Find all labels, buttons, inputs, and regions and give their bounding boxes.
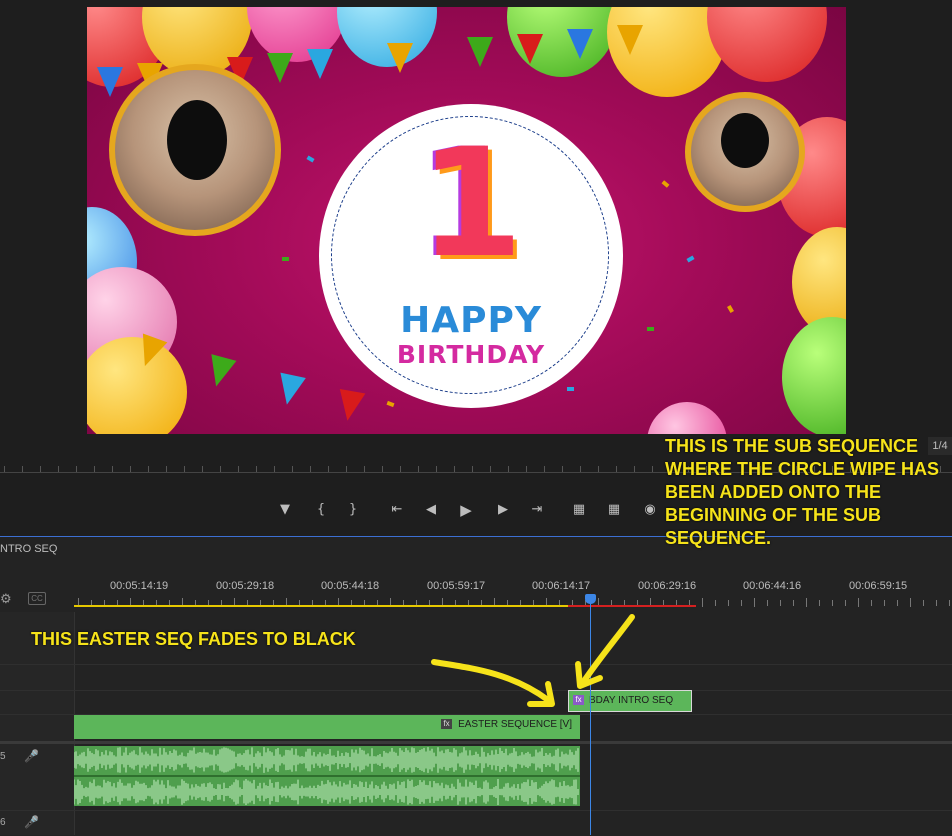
arrow-to-easter-end xyxy=(431,659,551,703)
annotation-sub-sequence: THIS IS THE SUB SEQUENCE WHERE THE CIRCL… xyxy=(665,436,940,548)
annotation-arrows xyxy=(431,614,635,707)
arrow-to-bday-start xyxy=(579,614,635,687)
annotation-easter-fade: THIS EASTER SEQ FADES TO BLACK xyxy=(31,629,356,649)
